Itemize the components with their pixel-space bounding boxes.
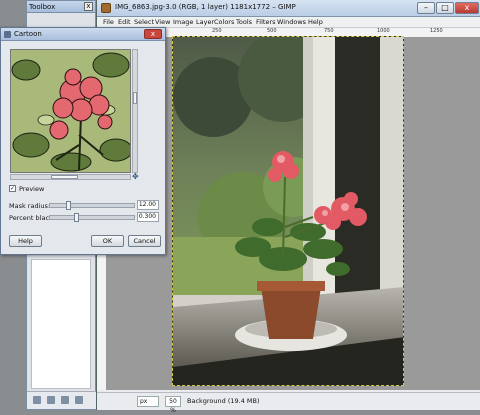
ruler-tick: 750: [324, 28, 334, 34]
save-preset-icon[interactable]: [33, 396, 41, 404]
menu-view[interactable]: View: [155, 18, 170, 26]
unit-select[interactable]: px: [137, 396, 159, 407]
ruler-tick: 250: [212, 28, 222, 34]
ruler-tick: 1000: [377, 28, 390, 34]
menu-file[interactable]: File: [103, 18, 114, 26]
close-button[interactable]: x: [455, 2, 479, 14]
toolbox-close-icon[interactable]: x: [84, 2, 93, 11]
gimp-titlebar[interactable]: IMG_6863.jpg-3.0 (RGB, 1 layer) 1181x177…: [97, 0, 480, 17]
menu-image[interactable]: Image: [173, 18, 193, 26]
menu-layer[interactable]: Layer: [196, 18, 214, 26]
cartoon-titlebar[interactable]: Cartoon: [1, 28, 165, 41]
scroll-thumb[interactable]: [51, 175, 78, 179]
percent-black-spinbox[interactable]: 0.300: [137, 212, 159, 222]
maximize-button[interactable]: □: [436, 2, 454, 14]
gimp-window-title: IMG_6863.jpg-3.0 (RGB, 1 layer) 1181x177…: [115, 3, 296, 11]
menu-edit[interactable]: Edit: [118, 18, 131, 26]
zoom-select[interactable]: 50 %: [165, 396, 181, 414]
mask-radius-slider[interactable]: [49, 201, 135, 210]
mask-radius-spinbox[interactable]: 12.00: [137, 200, 159, 210]
dialog-close-button[interactable]: x: [144, 29, 162, 39]
cartoon-dialog: Cartoon x ✥ ✓ Preview Mask radius: 12.00…: [0, 27, 166, 255]
reset-icon[interactable]: [75, 396, 83, 404]
cartoon-title: Cartoon: [14, 30, 42, 38]
slider-handle[interactable]: [66, 201, 71, 210]
delete-preset-icon[interactable]: [61, 396, 69, 404]
menu-windows[interactable]: Windows: [277, 18, 306, 26]
gimp-app-icon: [101, 3, 111, 13]
statusbar: px 50 % Background (19.4 MB): [97, 392, 480, 414]
ruler-tick: 1250: [430, 28, 443, 34]
cancel-button[interactable]: Cancel: [128, 235, 161, 247]
menu-colors[interactable]: Colors: [214, 18, 234, 26]
filter-icon: [4, 31, 11, 38]
photo-geranium-window: [173, 37, 403, 385]
preview-checkbox[interactable]: ✓: [9, 185, 16, 192]
mask-radius-label: Mask radius:: [9, 202, 51, 210]
ok-button[interactable]: OK: [91, 235, 124, 247]
toolbox-title: Toolbox: [29, 3, 56, 11]
image-photo[interactable]: [172, 36, 404, 386]
status-message: Background (19.4 MB): [187, 397, 260, 405]
cartoon-preview-image: [11, 50, 130, 172]
scroll-thumb[interactable]: [133, 92, 137, 104]
slider-handle[interactable]: [74, 213, 79, 222]
menu-filters[interactable]: Filters: [256, 18, 275, 26]
restore-preset-icon[interactable]: [47, 396, 55, 404]
preview-label: Preview: [19, 185, 45, 193]
help-button[interactable]: Help: [9, 235, 42, 247]
menu-tools[interactable]: Tools: [236, 18, 252, 26]
navigate-icon[interactable]: ✥: [132, 173, 139, 181]
toolbox-footer: [27, 391, 97, 409]
percent-black-slider[interactable]: [49, 213, 135, 222]
menu-select[interactable]: Select: [134, 18, 154, 26]
ruler-tick: 500: [267, 28, 277, 34]
preview-horizontal-scrollbar[interactable]: [10, 174, 131, 180]
filter-preview[interactable]: [10, 49, 131, 173]
menu-help[interactable]: Help: [308, 18, 323, 26]
minimize-button[interactable]: –: [417, 2, 435, 14]
toolbox-options-panel: [31, 259, 91, 389]
preview-vertical-scrollbar[interactable]: [132, 49, 138, 173]
